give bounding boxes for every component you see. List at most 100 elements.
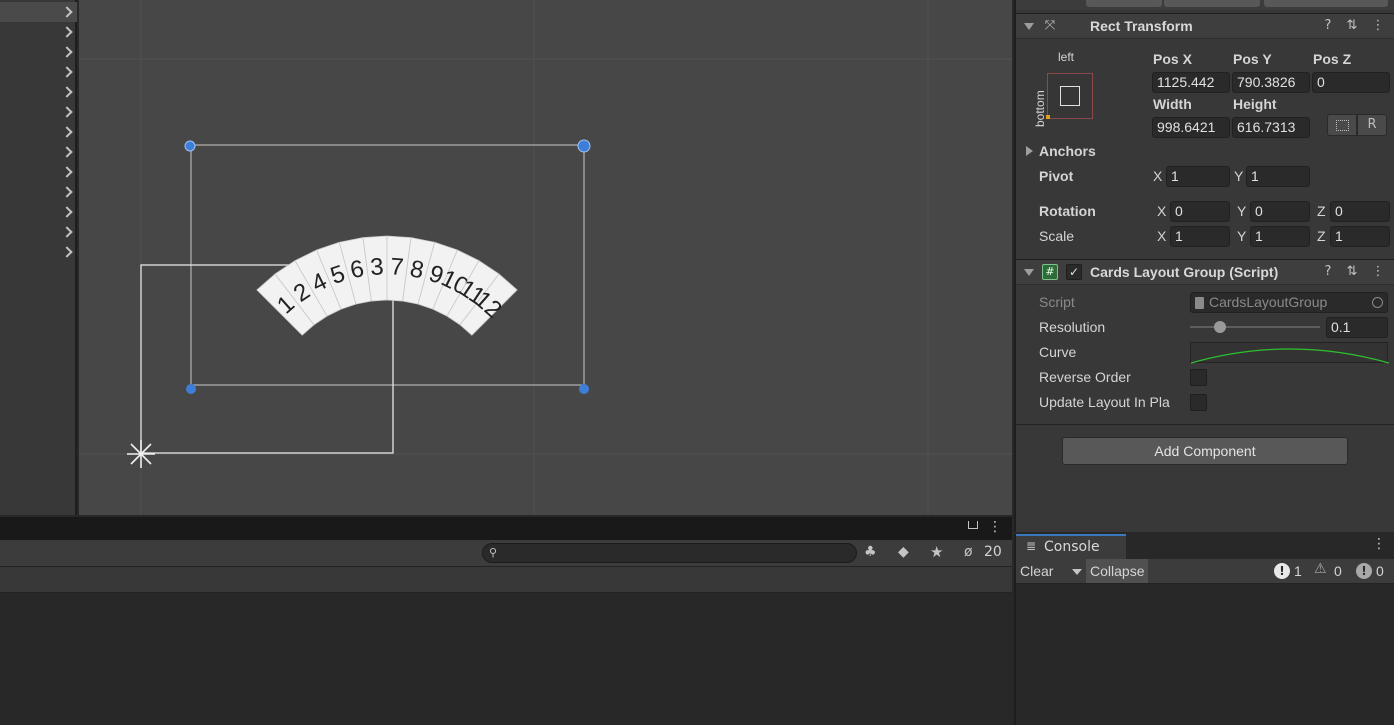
help-icon[interactable]: ?: [1320, 264, 1336, 280]
more-options-icon[interactable]: ⋮: [1372, 536, 1386, 552]
filter-label-icon[interactable]: ◆: [898, 544, 909, 560]
reverse-order-label: Reverse Order: [1039, 369, 1131, 385]
console-icon: ≣: [1026, 539, 1037, 553]
chevron-right-icon[interactable]: [61, 6, 73, 18]
pivot-handle: [579, 384, 589, 394]
resolution-slider-thumb[interactable]: [1213, 321, 1226, 333]
reverse-order-checkbox[interactable]: [1190, 369, 1207, 386]
hidden-packages-icon[interactable]: ø: [964, 544, 973, 560]
chevron-right-icon[interactable]: [61, 26, 73, 38]
rotation-label: Rotation: [1039, 203, 1096, 219]
scale-y-field[interactable]: 1: [1250, 226, 1310, 247]
anchors-foldout-icon[interactable]: [1026, 146, 1033, 156]
blueprint-mode-button[interactable]: [1327, 114, 1357, 136]
scale-y-axis: Y: [1237, 228, 1247, 244]
hierarchy-item[interactable]: [0, 122, 77, 142]
presets-icon[interactable]: ⇅: [1344, 18, 1360, 34]
resolution-slider-track[interactable]: [1190, 321, 1320, 333]
warnings-count: 0: [1334, 563, 1342, 579]
rot-y-axis: Y: [1237, 203, 1247, 219]
pivot-label: Pivot: [1039, 168, 1074, 184]
tab-console[interactable]: ≣ Console: [1016, 534, 1126, 559]
chevron-right-icon[interactable]: [61, 106, 73, 118]
pos-z-field[interactable]: 0: [1312, 72, 1390, 93]
presets-icon[interactable]: ⇅: [1344, 264, 1360, 280]
pos-y-field[interactable]: 790.3826: [1232, 72, 1310, 93]
chevron-right-icon[interactable]: [61, 246, 73, 258]
foldout-icon[interactable]: [1024, 23, 1034, 30]
resize-handle: [184, 140, 196, 152]
chevron-right-icon[interactable]: [61, 126, 73, 138]
hierarchy-item[interactable]: [0, 22, 77, 42]
anchor-presets-button[interactable]: [1046, 73, 1093, 119]
search-input[interactable]: ⚲: [482, 543, 857, 563]
object-picker-icon[interactable]: [1372, 297, 1383, 308]
filter-type-icon[interactable]: ♣: [864, 544, 877, 560]
height-field[interactable]: 616.7313: [1232, 117, 1310, 138]
hierarchy-item[interactable]: [0, 222, 77, 242]
more-options-icon[interactable]: ⋮: [1370, 264, 1386, 280]
rot-x-field[interactable]: 0: [1170, 201, 1230, 222]
curve-field[interactable]: [1190, 342, 1390, 364]
project-panel: ⋮ ⚲ ♣ ◆ ★ ø 20: [0, 517, 1012, 725]
hierarchy-item[interactable]: [0, 202, 77, 222]
rot-y-field[interactable]: 0: [1250, 201, 1310, 222]
hierarchy-item[interactable]: [0, 182, 77, 202]
hierarchy-item[interactable]: [0, 42, 77, 62]
scale-x-field[interactable]: 1: [1170, 226, 1230, 247]
clear-dropdown-icon[interactable]: [1072, 569, 1082, 575]
clear-button[interactable]: Clear: [1016, 559, 1057, 583]
hierarchy-item[interactable]: [0, 102, 77, 122]
scale-z-field[interactable]: 1: [1330, 226, 1390, 247]
hierarchy-item[interactable]: [0, 82, 77, 102]
prefab-select-button[interactable]: [1164, 0, 1260, 7]
pivot-x-field[interactable]: 1: [1166, 166, 1230, 187]
more-options-icon[interactable]: ⋮: [988, 519, 1002, 535]
rot-z-field[interactable]: 0: [1330, 201, 1390, 222]
warning-icon[interactable]: ⚠: [1314, 561, 1327, 577]
card-label: 7: [389, 253, 404, 281]
width-field[interactable]: 998.6421: [1152, 117, 1230, 138]
info-icon[interactable]: !: [1356, 563, 1372, 579]
chevron-right-icon[interactable]: [61, 186, 73, 198]
error-icon[interactable]: !: [1274, 563, 1290, 579]
favorites-star-icon[interactable]: ★: [930, 543, 943, 561]
foldout-icon[interactable]: [1024, 269, 1034, 276]
rect-transform-header[interactable]: ⤧ Rect Transform ? ⇅ ⋮: [1016, 13, 1394, 39]
more-options-icon[interactable]: ⋮: [1370, 18, 1386, 34]
chevron-right-icon[interactable]: [61, 226, 73, 238]
hidden-count: 20: [984, 544, 1002, 560]
add-component-button[interactable]: Add Component: [1062, 437, 1348, 465]
pivot-y-field[interactable]: 1: [1246, 166, 1310, 187]
script-field: CardsLayoutGroup: [1190, 292, 1388, 313]
cards-layout-header[interactable]: # ✓ Cards Layout Group (Script) ? ⇅ ⋮: [1016, 259, 1394, 285]
hierarchy-item[interactable]: [0, 242, 77, 262]
chevron-right-icon[interactable]: [61, 206, 73, 218]
blueprint-icon: [1336, 120, 1349, 131]
raw-edit-button[interactable]: R: [1357, 114, 1387, 136]
scene-view[interactable]: 1 2 4 5 6 3 7 8 9 10 11 12: [79, 0, 1012, 515]
lock-icon[interactable]: [968, 521, 978, 529]
prefab-overrides-button[interactable]: [1264, 0, 1388, 7]
chevron-right-icon[interactable]: [61, 66, 73, 78]
help-icon[interactable]: ?: [1320, 18, 1336, 34]
update-layout-checkbox[interactable]: [1190, 394, 1207, 411]
hierarchy-item[interactable]: [0, 162, 77, 182]
pos-x-field[interactable]: 1125.442: [1152, 72, 1230, 93]
hierarchy-item[interactable]: [0, 142, 77, 162]
anchors-label[interactable]: Anchors: [1039, 143, 1096, 159]
chevron-right-icon[interactable]: [61, 146, 73, 158]
enabled-checkbox[interactable]: ✓: [1066, 264, 1082, 280]
chevron-right-icon[interactable]: [61, 86, 73, 98]
prefab-open-button[interactable]: [1086, 0, 1162, 7]
scene-canvas[interactable]: 1245 6 3 7 8 9101112: [79, 0, 1012, 515]
resolution-field[interactable]: 0.1: [1326, 317, 1388, 338]
pos-x-label: Pos X: [1153, 51, 1192, 67]
hierarchy-item[interactable]: [0, 2, 77, 22]
hierarchy-item[interactable]: [0, 62, 77, 82]
pos-y-label: Pos Y: [1233, 51, 1272, 67]
collapse-button[interactable]: Collapse: [1086, 559, 1149, 583]
chevron-right-icon[interactable]: [61, 46, 73, 58]
anchor-corner-icon: [1046, 115, 1050, 119]
chevron-right-icon[interactable]: [61, 166, 73, 178]
